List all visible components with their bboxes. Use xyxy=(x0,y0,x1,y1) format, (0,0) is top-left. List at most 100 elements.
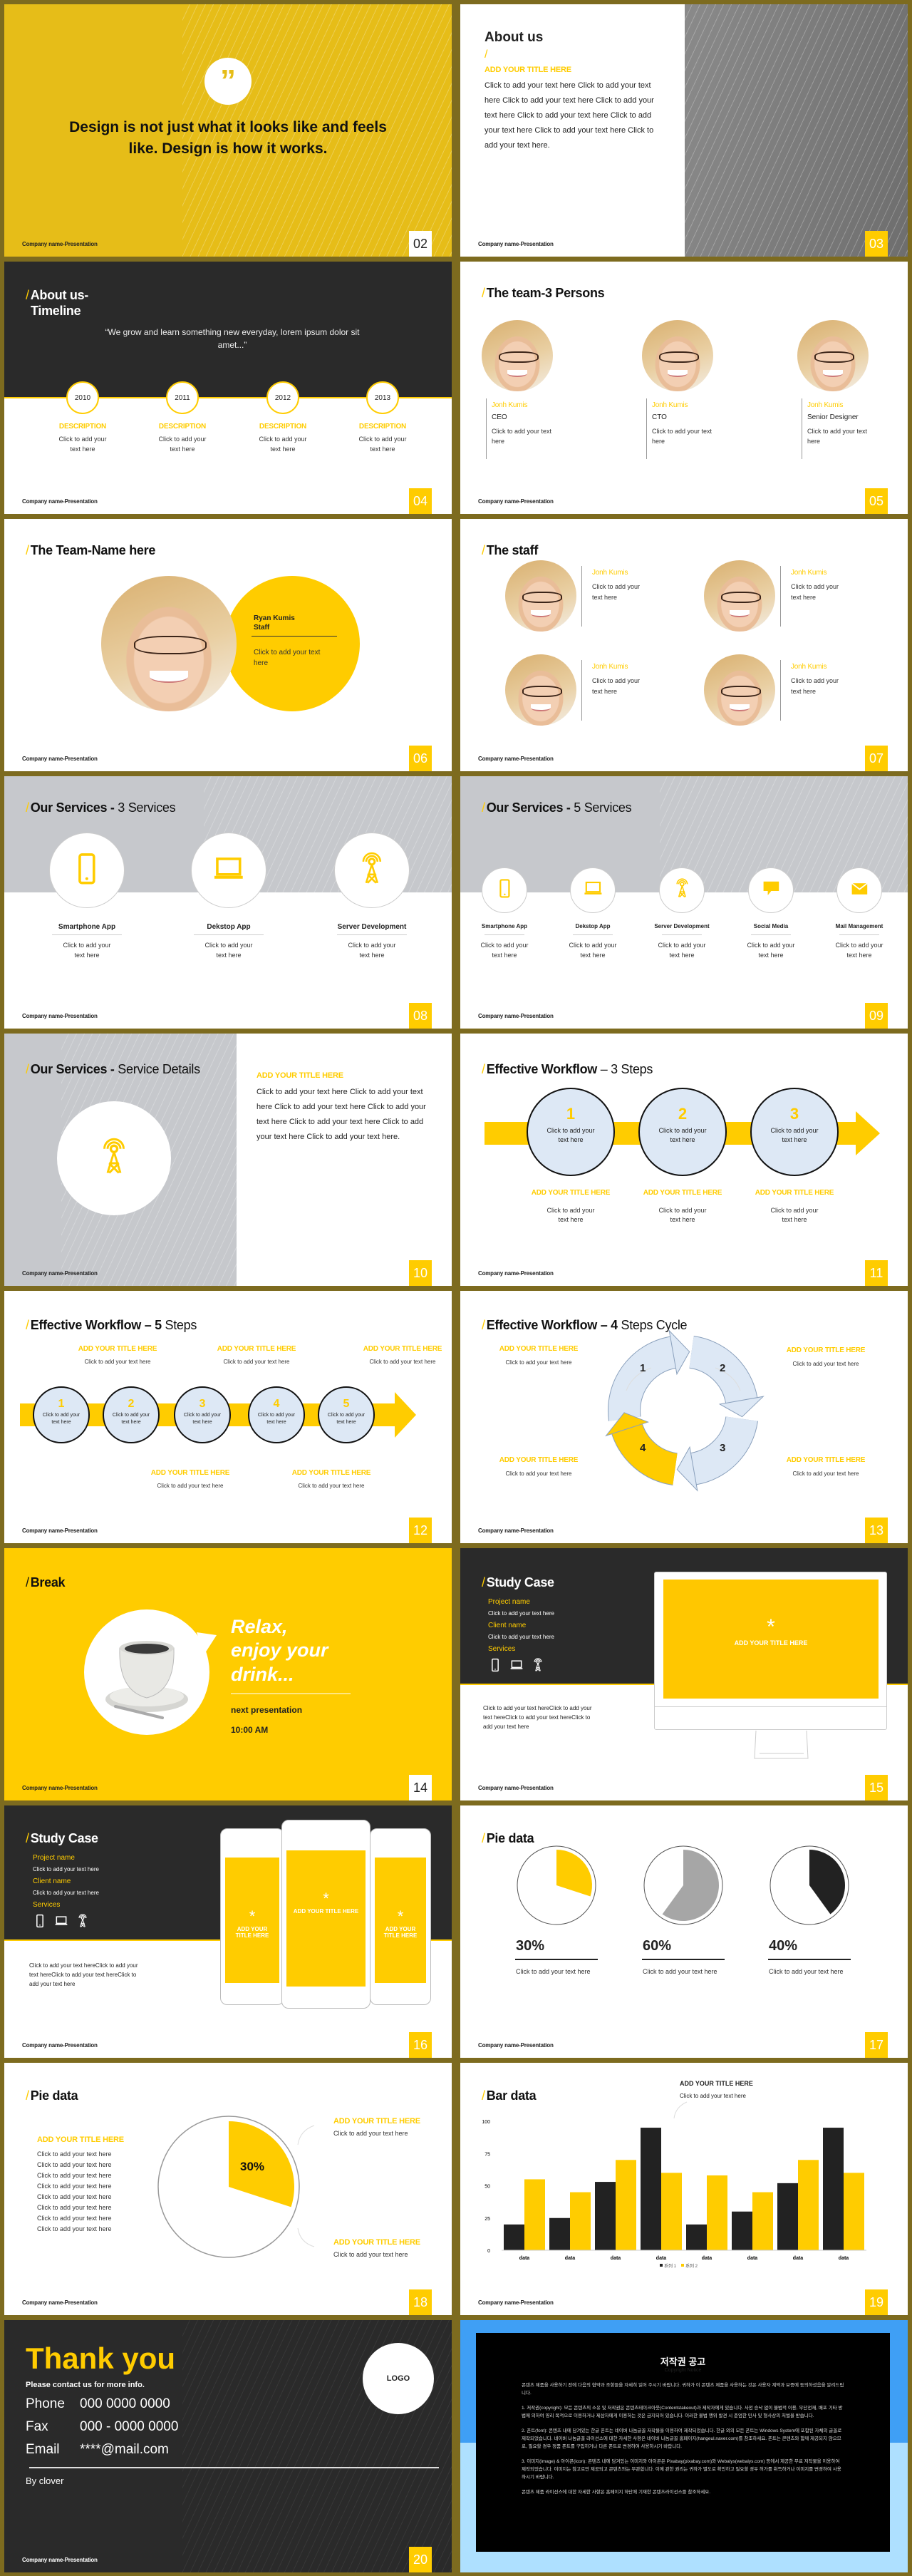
service-circle xyxy=(836,867,882,913)
footer-text: Company name-Presentation xyxy=(22,241,98,247)
label-text: Click to add your text here xyxy=(298,1483,365,1489)
pie-percent: 60% xyxy=(643,1938,672,1954)
thank-you-title: Thank you xyxy=(26,2341,176,2375)
services-label: Services xyxy=(33,1901,61,1909)
label-title: ADD YOUR TITLE HERE xyxy=(786,1346,866,1354)
slide-06[interactable]: / The Team-Name here Ryan Kumis Staff Cli… xyxy=(4,519,452,771)
slide-18[interactable]: / Pie data 30% 70% ADD YOUR TITLE HERE Cl… xyxy=(4,2063,452,2315)
step-circle: 2 Click to add your text here xyxy=(103,1386,160,1443)
slide-13[interactable]: / Effective Workflow – 4 Steps Cycle 1234… xyxy=(460,1291,908,1543)
slide-title: The Team-Name here xyxy=(30,543,156,557)
footer-text: Company name-Presentation xyxy=(22,1270,98,1277)
next-time: 10:00 AM xyxy=(231,1725,269,1735)
copyright-title: 저작권 공고 xyxy=(660,2356,706,2367)
cycle-number: 1 xyxy=(640,1362,646,1374)
pie-charts xyxy=(515,1845,851,1960)
label-text: Click to add your text here xyxy=(223,1359,290,1365)
slide-04[interactable]: / About us- Timeline “We grow and learn so… xyxy=(4,262,452,514)
slide-05[interactable]: / The team-3 Persons Jonh Kumis CEO Click t… xyxy=(460,262,908,514)
slide-20[interactable]: Thank you Please contact us for more inf… xyxy=(4,2320,452,2572)
slide-07[interactable]: / The staff Jonh Kumis Click to add your t… xyxy=(460,519,908,771)
slide-title-light: Service Details xyxy=(114,1062,200,1076)
x-tick-label: data xyxy=(702,2256,712,2261)
tower-icon xyxy=(95,1138,133,1180)
footer-text: Company name-Presentation xyxy=(22,2042,98,2049)
slide-17[interactable]: / Pie data 30% Click to add your text here… xyxy=(460,1805,908,2058)
building-photo xyxy=(685,4,908,257)
y-tick-label: 25 xyxy=(484,2217,490,2222)
person-text: Click to add your text here xyxy=(791,677,839,695)
step-circle: 4 Click to add your text here xyxy=(248,1386,305,1443)
y-tick-label: 75 xyxy=(484,2152,490,2157)
y-tick-label: 50 xyxy=(484,2185,490,2190)
label-text: Click to add your text here xyxy=(369,1359,436,1365)
bar-2 xyxy=(616,2160,636,2250)
body-text: Click to add your text here Click to add… xyxy=(484,81,654,150)
bar-1 xyxy=(777,2183,798,2250)
right-title-1: ADD YOUR TITLE HERE xyxy=(333,2117,420,2126)
tower-icon xyxy=(355,852,389,890)
slide-11[interactable]: / Effective Workflow – 3 Steps 1 Click to … xyxy=(460,1034,908,1286)
slide-15[interactable]: / Study Case Project name Click to add yo… xyxy=(460,1548,908,1800)
author-text: By clover xyxy=(26,2475,64,2486)
tower-icon xyxy=(76,1914,90,1932)
service-text: Click to add your text here xyxy=(63,942,111,959)
body-text: Click to add your text hereClick to add … xyxy=(29,1962,138,1987)
portrait-photo xyxy=(642,320,713,391)
step-circle: 3 Click to add your text here xyxy=(750,1088,839,1176)
service-text: Click to add your text here xyxy=(835,942,884,959)
step-text: Click to add your text here xyxy=(112,1413,150,1425)
x-tick-label: data xyxy=(656,2256,667,2261)
right-text-1: Click to add your text here xyxy=(333,2130,408,2137)
page-number: 15 xyxy=(865,1775,888,1800)
divider xyxy=(337,934,407,935)
slash-mark: / xyxy=(484,48,488,61)
slide-copyright[interactable]: 저작권 공고 Copyright Notice 콘텐츠 제품을 사용하기 전에 … xyxy=(460,2320,908,2572)
label-title: ADD YOUR TITLE HERE xyxy=(499,1345,579,1353)
step-text: Click to add your text here xyxy=(658,1127,707,1143)
smartphone-icon xyxy=(33,1914,47,1932)
x-tick-label: data xyxy=(565,2256,576,2261)
slide-16[interactable]: / Study Case Project name Click to add yo… xyxy=(4,1805,452,2058)
page-number: 03 xyxy=(865,231,888,257)
slide-08[interactable]: / Our Services - 3 Services Smartphone Ap… xyxy=(4,776,452,1029)
slide-09[interactable]: / Our Services - 5 Services Smartphone Ap… xyxy=(460,776,908,1029)
fax-label: Fax xyxy=(26,2419,48,2434)
slide-title: About us- xyxy=(30,288,89,302)
page-number: 13 xyxy=(865,1518,888,1543)
yellow-circle xyxy=(224,576,360,711)
client-label: Client name xyxy=(33,1877,71,1885)
service-label: Mail Management xyxy=(835,923,884,929)
slide-14[interactable]: / Break Relax, enjoy your drink... next p… xyxy=(4,1548,452,1800)
step-text: Click to add your text here xyxy=(327,1413,366,1425)
service-circle xyxy=(659,867,705,913)
slide-03[interactable]: About us / ADD YOUR TITLE HERE Click to … xyxy=(460,4,908,257)
copyright-subtitle: Copyright Notice xyxy=(664,2368,702,2373)
slide-19[interactable]: / Bar data ADD YOUR TITLE HERE Click to a… xyxy=(460,2063,908,2315)
slide-10[interactable]: / Our Services - Service Details ADD YOUR… xyxy=(4,1034,452,1286)
cycle-number: 3 xyxy=(720,1442,726,1454)
slide-02[interactable]: ” Design is not just what it looks like … xyxy=(4,4,452,257)
contact-text: Please contact us for more info. xyxy=(26,2381,145,2389)
step-circle: 1 Click to add your text here xyxy=(527,1088,615,1176)
label-text: Click to add your text here xyxy=(792,1361,859,1367)
pie-underline xyxy=(515,1959,598,1960)
divider xyxy=(662,934,702,935)
step-circle: 5 Click to add your text here xyxy=(318,1386,375,1443)
label-title: ADD YOUR TITLE HERE xyxy=(150,1469,230,1477)
slide-12[interactable]: / Effective Workflow – 5 Steps 1 Click to … xyxy=(4,1291,452,1543)
page-number: 09 xyxy=(865,1003,888,1029)
bar-1 xyxy=(504,2224,524,2250)
footer-text: Company name-Presentation xyxy=(478,498,554,505)
footer-text: Company name-Presentation xyxy=(22,498,98,505)
person-name: Jonh Kumis xyxy=(492,401,528,409)
label-title: ADD YOUR TITLE HERE xyxy=(78,1345,157,1353)
person-text: Click to add your text here xyxy=(652,428,712,445)
person-text: Click to add your text here xyxy=(592,677,641,695)
pie-percent: 40% xyxy=(769,1938,798,1954)
label-title: ADD YOUR TITLE HERE xyxy=(291,1469,371,1477)
copyright-box: 저작권 공고 Copyright Notice 콘텐츠 제품을 사용하기 전에 … xyxy=(476,2333,890,2552)
person-name: Jonh Kumis xyxy=(791,569,827,577)
cycle-segment-2 xyxy=(688,1336,765,1418)
service-label: Server Development xyxy=(654,923,710,929)
